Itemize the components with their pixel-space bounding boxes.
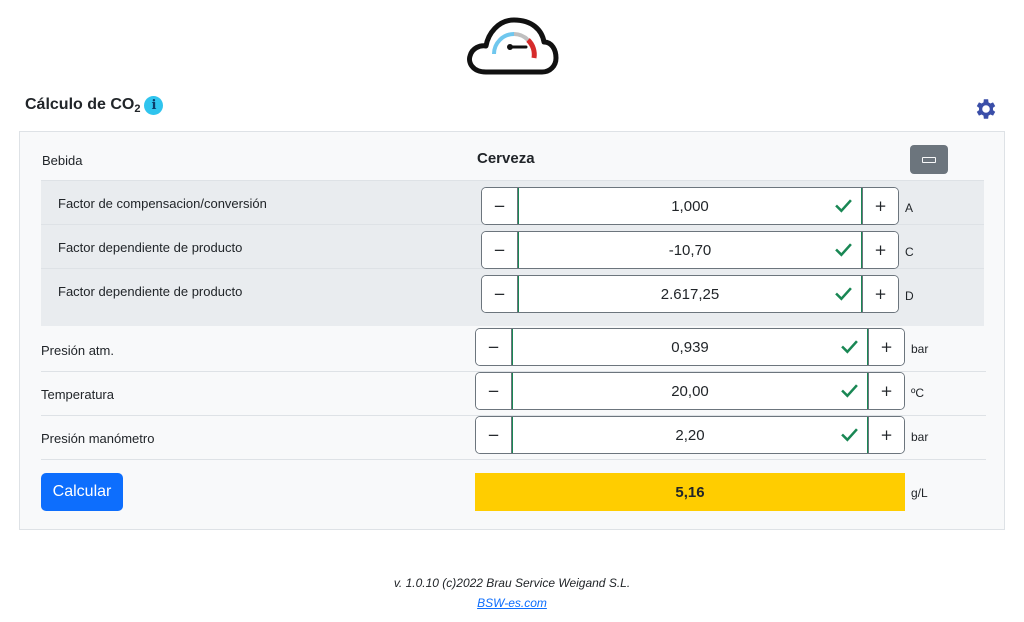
increment-button[interactable]: + xyxy=(868,373,904,409)
factor-c-input[interactable] xyxy=(518,232,862,268)
check-icon xyxy=(841,340,858,354)
decrement-button[interactable]: − xyxy=(476,417,512,453)
decrement-button[interactable]: − xyxy=(476,329,512,365)
collapse-icon xyxy=(922,156,936,163)
factor-row-d: Factor dependiente de producto − + D xyxy=(41,269,984,313)
increment-button[interactable]: + xyxy=(862,188,898,224)
temperatura-input[interactable] xyxy=(512,373,868,409)
factor-label: Factor dependiente de producto xyxy=(58,284,243,299)
increment-button[interactable]: + xyxy=(862,276,898,312)
presion-manometro-unit: bar xyxy=(911,430,929,444)
decrement-button[interactable]: − xyxy=(482,188,518,224)
factor-row-a: Factor de compensacion/conversión − + A xyxy=(41,181,984,225)
factor-c-unit: C xyxy=(905,245,914,259)
factor-label: Factor dependiente de producto xyxy=(58,240,243,255)
factor-d-input[interactable] xyxy=(518,276,862,312)
increment-button[interactable]: + xyxy=(868,417,904,453)
presion-atm-input[interactable] xyxy=(512,329,868,365)
bebida-value: Cerveza xyxy=(477,150,535,167)
presion-atm-unit: bar xyxy=(911,342,929,356)
factor-d-stepper: − + xyxy=(481,275,899,313)
presion-atm-stepper: − + xyxy=(475,328,905,366)
field-label: Temperatura xyxy=(41,387,114,402)
factor-c-field xyxy=(518,232,862,268)
factor-a-field xyxy=(518,188,862,224)
presion-atm-field xyxy=(512,329,868,365)
gear-icon[interactable] xyxy=(973,96,999,122)
check-icon xyxy=(835,199,852,213)
factor-c-stepper: − + xyxy=(481,231,899,269)
temperatura-unit: ºC xyxy=(911,386,925,400)
presion-manometro-field xyxy=(512,417,868,453)
decrement-button[interactable]: − xyxy=(482,276,518,312)
footer-version: v. 1.0.10 (c)2022 Brau Service Weigand S… xyxy=(393,576,631,590)
factor-label: Factor de compensacion/conversión xyxy=(58,196,267,211)
page-title: Cálculo de CO2 xyxy=(25,96,141,115)
footer-link[interactable]: BSW-es.com xyxy=(477,596,547,610)
bebida-label: Bebida xyxy=(42,153,83,168)
factor-a-stepper: − + xyxy=(481,187,899,225)
calculate-button[interactable]: Calcular xyxy=(41,473,123,511)
check-icon xyxy=(835,243,852,257)
temperatura-field xyxy=(512,373,868,409)
factor-d-field xyxy=(518,276,862,312)
check-icon xyxy=(835,287,852,301)
factor-a-unit: A xyxy=(905,201,914,215)
collapse-button[interactable] xyxy=(910,145,948,174)
factor-a-input[interactable] xyxy=(518,188,862,224)
field-label: Presión atm. xyxy=(41,343,114,358)
temperatura-stepper: − + xyxy=(475,372,905,410)
factor-row-c: Factor dependiente de producto − + C xyxy=(41,225,984,269)
co2-calculator-card: Bebida Cerveza Factor de compensacion/co… xyxy=(19,131,1005,530)
presion-manometro-input[interactable] xyxy=(512,417,868,453)
cloud-gauge-logo xyxy=(467,17,559,75)
check-icon xyxy=(841,428,858,442)
decrement-button[interactable]: − xyxy=(476,373,512,409)
field-row-presion-manometro: Presión manómetro − + bar xyxy=(41,416,986,460)
result-unit: g/L xyxy=(911,486,928,500)
title-bar: Cálculo de CO2 i xyxy=(25,96,164,115)
check-icon xyxy=(841,384,858,398)
increment-button[interactable]: + xyxy=(862,232,898,268)
result-box: 5,16 xyxy=(475,473,905,511)
presion-manometro-stepper: − + xyxy=(475,416,905,454)
field-row-temperatura: Temperatura − + ºC xyxy=(41,372,986,416)
info-icon[interactable]: i xyxy=(144,96,164,115)
footer-link-wrapper: BSW-es.com xyxy=(0,596,1024,610)
factor-d-unit: D xyxy=(905,289,914,303)
factor-panel: Factor de compensacion/conversión − + A … xyxy=(41,180,984,326)
field-row-presion-atm: Presión atm. − + bar xyxy=(41,328,986,372)
field-label: Presión manómetro xyxy=(41,431,155,446)
decrement-button[interactable]: − xyxy=(482,232,518,268)
increment-button[interactable]: + xyxy=(868,329,904,365)
